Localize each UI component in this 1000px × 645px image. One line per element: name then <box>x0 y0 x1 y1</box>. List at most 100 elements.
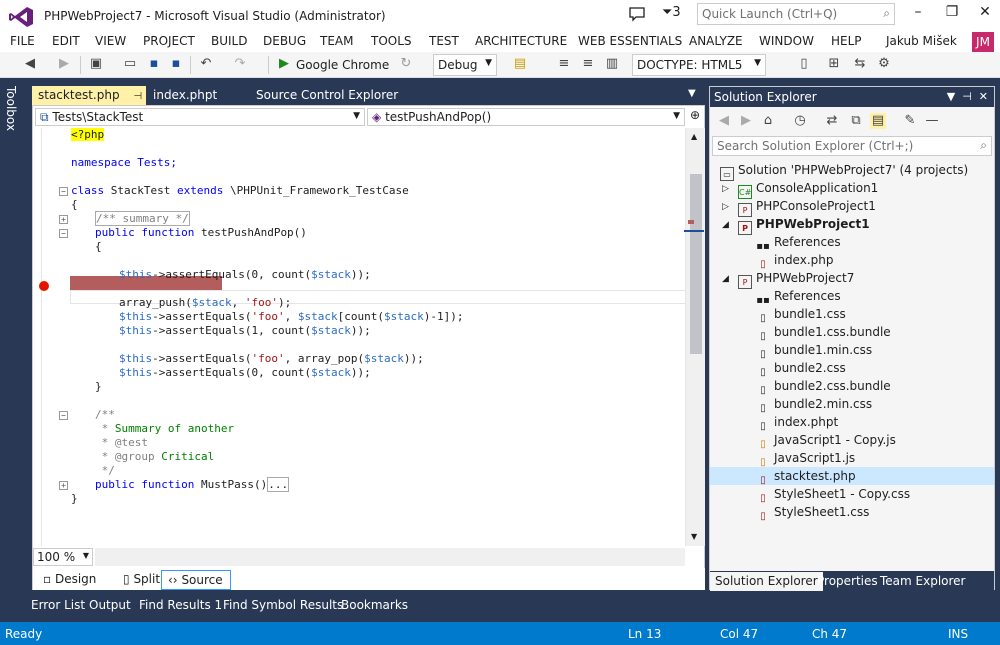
menu-team[interactable]: TEAM <box>320 34 353 48</box>
tree-item-project[interactable]: P PHPWebProject1 <box>738 215 870 235</box>
start-debugging-icon[interactable]: ▶ <box>276 56 292 72</box>
doctype-select[interactable]: DOCTYPE: HTML5 ▼ <box>632 54 766 76</box>
format-icon[interactable]: ⊞ <box>826 56 842 72</box>
tree-item-project[interactable]: C# ConsoleApplication1 <box>738 179 878 199</box>
menu-architecture[interactable]: ARCHITECTURE <box>475 34 567 48</box>
find-in-files-icon[interactable]: ▤ <box>512 56 528 72</box>
uncomment-icon[interactable]: ≡ <box>580 56 596 72</box>
undo-icon[interactable]: ↶ <box>198 56 214 72</box>
configuration-select[interactable]: Debug ▼ <box>433 54 497 76</box>
menu-project[interactable]: PROJECT <box>143 34 195 48</box>
back-icon[interactable]: ◀ <box>716 113 732 129</box>
split-window-icon[interactable]: ⊕ <box>687 108 703 126</box>
tree-item-file[interactable]: ▯ bundle1.css <box>756 305 845 324</box>
breakpoint-icon[interactable] <box>39 281 49 291</box>
close-button[interactable]: ✕ <box>975 4 995 22</box>
tab-split[interactable]: ▯ Split <box>117 570 166 590</box>
tree-item-file[interactable]: ▯ index.phpt <box>756 413 838 432</box>
tree-item-project[interactable]: P PHPConsoleProject1 <box>738 197 876 217</box>
scroll-thumb[interactable] <box>690 174 702 354</box>
redo-icon[interactable]: ↷ <box>232 56 248 72</box>
refresh-icon[interactable]: ↻ <box>398 56 414 72</box>
tab-source[interactable]: ‹› Source <box>161 570 231 590</box>
tab-overflow-icon[interactable]: ▼ <box>688 88 696 99</box>
tab-output[interactable]: Output <box>89 598 131 612</box>
toolbox-tab[interactable]: Toolbox <box>4 86 18 131</box>
save-icon[interactable]: ▪ <box>146 56 162 72</box>
menu-file[interactable]: FILE <box>10 34 35 48</box>
tab-find-results[interactable]: Find Results 1 <box>139 598 222 612</box>
page-icon[interactable]: ▯ <box>796 56 812 72</box>
menu-window[interactable]: WINDOW <box>759 34 814 48</box>
menu-test[interactable]: TEST <box>429 34 459 48</box>
tree-item-file[interactable]: ▯ bundle1.min.css <box>756 341 872 360</box>
expand-arrow-icon[interactable]: ▷ <box>722 184 729 194</box>
tree-item-file[interactable]: ▯ bundle2.css.bundle <box>756 377 890 396</box>
panel-controls[interactable]: ▼ ⊣ ✕ <box>947 90 988 103</box>
feedback-flag[interactable]: ⏷3 <box>662 5 681 20</box>
tree-item-file-selected[interactable]: ▯ stacktest.php <box>710 467 994 486</box>
expand-icon[interactable]: + <box>59 481 68 490</box>
bookmark-icon[interactable]: ▥ <box>604 56 620 72</box>
menu-edit[interactable]: EDIT <box>52 34 80 48</box>
horizontal-scrollbar[interactable] <box>95 548 685 566</box>
scroll-down-icon[interactable]: ▼ <box>691 532 697 541</box>
user-name[interactable]: Jakub Mišek <box>886 34 957 48</box>
tab-design[interactable]: ▫ Design <box>37 570 102 590</box>
avatar[interactable]: JM <box>972 32 994 52</box>
tab-index[interactable]: index.phpt <box>147 86 223 105</box>
collapse-icon[interactable]: − <box>59 187 68 196</box>
menu-debug[interactable]: DEBUG <box>263 34 306 48</box>
menu-view[interactable]: VIEW <box>95 34 126 48</box>
run-target-button[interactable]: Google Chrome <box>296 58 389 72</box>
tree-item-file[interactable]: ▯ bundle2.css <box>756 359 845 378</box>
menu-web-essentials[interactable]: WEB ESSENTIALS <box>578 34 682 48</box>
history-icon[interactable]: ◷ <box>792 113 808 129</box>
home-icon[interactable]: ⌂ <box>760 113 776 129</box>
collapse-all-icon[interactable]: ⧉ <box>848 113 864 129</box>
tree-item-file[interactable]: ▯ index.php <box>756 251 833 270</box>
menu-analyze[interactable]: ANALYZE <box>689 34 743 48</box>
tree-item-project[interactable]: P PHPWebProject7 <box>738 269 854 289</box>
tab-team-explorer[interactable]: Team Explorer <box>875 572 971 591</box>
scroll-up-icon[interactable]: ▲ <box>691 132 697 141</box>
pin-icon[interactable]: ⊣ <box>133 91 142 102</box>
back-icon[interactable]: ◀ <box>22 56 38 72</box>
tree-item-file[interactable]: ▯ bundle1.css.bundle <box>756 323 890 342</box>
menu-help[interactable]: HELP <box>831 34 862 48</box>
solution-search-input[interactable]: Search Solution Explorer (Ctrl+;) ⌕ <box>712 136 992 156</box>
tab-solution-explorer[interactable]: Solution Explorer <box>710 572 823 591</box>
tab-find-symbol-results[interactable]: Find Symbol Results <box>223 598 343 612</box>
zoom-select[interactable]: 100 % ▼ <box>33 548 93 566</box>
expand-icon[interactable]: + <box>59 215 68 224</box>
tab-source-control-explorer[interactable]: Source Control Explorer <box>250 86 404 105</box>
tab-bookmarks[interactable]: Bookmarks <box>341 598 408 612</box>
tree-item-file[interactable]: ▯ StyleSheet1.css <box>756 503 869 522</box>
tab-properties[interactable]: Properties <box>812 572 883 591</box>
collapse-arrow-icon[interactable]: ◢ <box>722 274 729 284</box>
quick-launch-input[interactable]: Quick Launch (Ctrl+Q) ⌕ <box>697 3 895 25</box>
collapse-icon[interactable]: − <box>59 229 68 238</box>
tree-item-file[interactable]: ▯ JavaScript1 - Copy.js <box>756 431 896 450</box>
notifications-icon[interactable] <box>628 5 646 23</box>
save-all-icon[interactable]: ▪ <box>168 56 184 72</box>
maximize-button[interactable]: ❐ <box>942 4 962 22</box>
collapse-icon[interactable]: − <box>59 411 68 420</box>
browser-link-icon[interactable]: ⇆ <box>852 56 868 72</box>
vertical-scrollbar[interactable]: ▲ ▼ <box>684 128 705 546</box>
sync-icon[interactable]: ⇄ <box>824 113 840 129</box>
code-view[interactable]: <?php namespace Tests; − class StackTest… <box>33 128 686 546</box>
tree-item-references[interactable]: ▪▪ References <box>756 233 840 252</box>
menu-build[interactable]: BUILD <box>211 34 247 48</box>
preview-icon[interactable]: — <box>924 113 940 129</box>
tree-item-file[interactable]: ▯ JavaScript1.js <box>756 449 855 468</box>
expand-arrow-icon[interactable]: ▷ <box>722 202 729 212</box>
tab-error-list[interactable]: Error List <box>31 598 85 612</box>
menu-tools[interactable]: TOOLS <box>371 34 412 48</box>
comment-icon[interactable]: ≡ <box>556 56 572 72</box>
minimize-button[interactable]: – <box>908 4 928 22</box>
open-file-icon[interactable]: ▭ <box>122 56 138 72</box>
tree-item-solution[interactable]: ▭ Solution 'PHPWebProject7' (4 projects) <box>720 161 968 181</box>
new-project-icon[interactable]: ▣ <box>88 56 104 72</box>
tab-stacktest[interactable]: stacktest.php ⊣ ✕ <box>32 86 160 105</box>
